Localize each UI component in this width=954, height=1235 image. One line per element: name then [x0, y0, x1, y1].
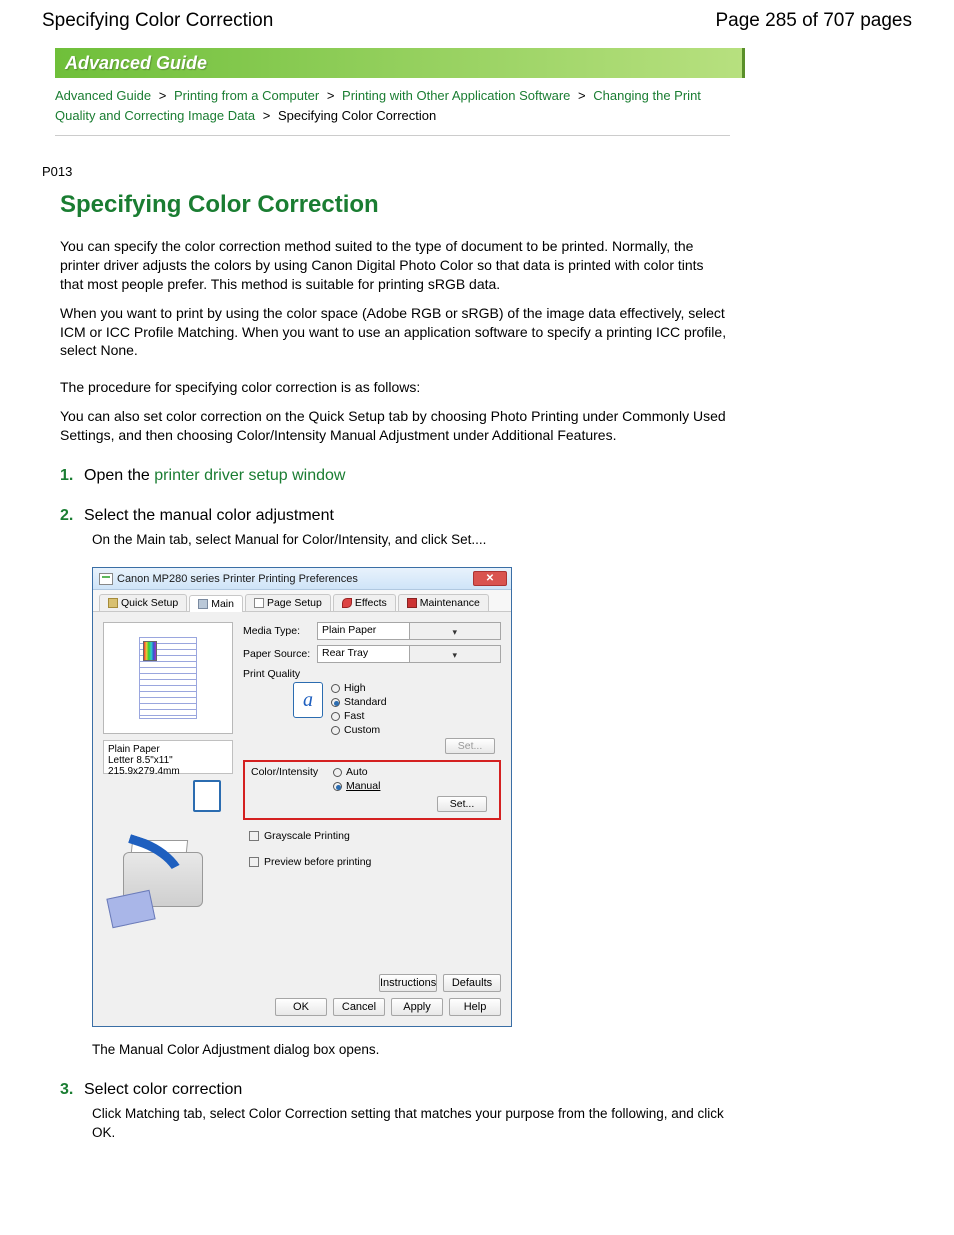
quality-fast-radio[interactable]: Fast: [331, 710, 387, 722]
cancel-button[interactable]: Cancel: [333, 998, 385, 1016]
step-2-body: On the Main tab, select Manual for Color…: [92, 531, 730, 549]
breadcrumb: Advanced Guide > Printing from a Compute…: [55, 86, 730, 136]
paper-source-value: Rear Tray: [318, 646, 409, 662]
media-type-combo[interactable]: Plain Paper ▾: [317, 622, 501, 640]
paper-source-combo[interactable]: Rear Tray ▾: [317, 645, 501, 663]
paper-type: Plain Paper: [108, 744, 228, 755]
page-icon: [254, 598, 264, 608]
intro-para-2: When you want to print by using the colo…: [60, 304, 730, 361]
tab-maintenance[interactable]: Maintenance: [398, 594, 489, 611]
paper-source-label: Paper Source:: [243, 648, 317, 660]
crumb-sep: >: [263, 108, 271, 123]
close-button[interactable]: ✕: [473, 571, 507, 586]
step-1-text: Open the: [84, 467, 154, 484]
step-1-number: 1.: [60, 467, 84, 485]
tab-page-setup[interactable]: Page Setup: [245, 594, 331, 611]
paper-info-box: Plain Paper Letter 8.5"x11" 215.9x279.4m…: [103, 740, 233, 774]
paper-size: Letter 8.5"x11" 215.9x279.4mm: [108, 755, 228, 777]
media-type-label: Media Type:: [243, 625, 317, 637]
printing-preferences-dialog: Canon MP280 series Printer Printing Pref…: [92, 567, 512, 1027]
printer-icon: [198, 599, 208, 609]
step-2-closing: The Manual Color Adjustment dialog box o…: [92, 1041, 730, 1059]
help-button[interactable]: Help: [449, 998, 501, 1016]
doc-icon: [108, 598, 118, 608]
quality-standard-radio[interactable]: Standard: [331, 696, 387, 708]
advanced-guide-banner: Advanced Guide: [55, 48, 745, 78]
crumb-sep: >: [327, 88, 335, 103]
crumb-other-app[interactable]: Printing with Other Application Software: [342, 88, 570, 103]
page-counter: Page 285 of 707 pages: [715, 10, 912, 32]
dialog-title: Canon MP280 series Printer Printing Pref…: [117, 573, 473, 585]
color-intensity-group: Color/Intensity Auto Manual Set...: [243, 760, 501, 820]
quality-high-radio[interactable]: High: [331, 682, 387, 694]
crumb-sep: >: [159, 88, 167, 103]
grayscale-checkbox[interactable]: Grayscale Printing: [243, 830, 501, 842]
chevron-down-icon: ▾: [409, 623, 501, 639]
wrench-icon: [407, 598, 417, 608]
crumb-advanced-guide[interactable]: Advanced Guide: [55, 88, 151, 103]
printer-driver-link[interactable]: printer driver setup window: [154, 467, 345, 484]
brush-icon: [342, 598, 352, 608]
dialog-titlebar: Canon MP280 series Printer Printing Pref…: [93, 568, 511, 590]
orientation-icon: [193, 780, 221, 812]
quality-custom-radio[interactable]: Custom: [331, 724, 387, 736]
page-title: Specifying Color Correction: [60, 191, 730, 219]
printer-icon: [99, 573, 113, 585]
step-3-body: Click Matching tab, select Color Correct…: [92, 1105, 730, 1141]
crumb-sep: >: [578, 88, 586, 103]
step-2-number: 2.: [60, 507, 84, 525]
page-code: P013: [42, 164, 954, 179]
tab-quick-setup[interactable]: Quick Setup: [99, 594, 187, 611]
chevron-down-icon: ▾: [409, 646, 501, 662]
printer-illustration: [103, 822, 223, 922]
step-3-number: 3.: [60, 1081, 84, 1099]
step-3-title: Select color correction: [84, 1081, 242, 1099]
page-preview: [103, 622, 233, 734]
ok-button[interactable]: OK: [275, 998, 327, 1016]
preview-checkbox[interactable]: Preview before printing: [243, 856, 501, 868]
quality-set-button[interactable]: Set...: [445, 738, 495, 754]
crumb-printing-computer[interactable]: Printing from a Computer: [174, 88, 319, 103]
print-quality-label: Print Quality: [243, 668, 501, 680]
doc-section-title: Specifying Color Correction: [42, 10, 273, 32]
instructions-button[interactable]: Instructions: [379, 974, 437, 992]
apply-button[interactable]: Apply: [391, 998, 443, 1016]
tab-main[interactable]: Main: [189, 595, 243, 612]
ci-auto-radio[interactable]: Auto: [333, 766, 380, 778]
dialog-tabs: Quick Setup Main Page Setup Effects Main…: [93, 590, 511, 612]
intro-para-3: The procedure for specifying color corre…: [60, 378, 730, 397]
ci-set-button[interactable]: Set...: [437, 796, 487, 812]
step-2-title: Select the manual color adjustment: [84, 507, 334, 525]
intro-para-1: You can specify the color correction met…: [60, 237, 730, 294]
intro-para-4: You can also set color correction on the…: [60, 407, 730, 445]
quality-icon: a: [293, 682, 323, 718]
color-intensity-label: Color/Intensity: [251, 766, 325, 792]
tab-effects[interactable]: Effects: [333, 594, 396, 611]
media-type-value: Plain Paper: [318, 623, 409, 639]
defaults-button[interactable]: Defaults: [443, 974, 501, 992]
crumb-current: Specifying Color Correction: [278, 108, 436, 123]
ci-manual-radio[interactable]: Manual: [333, 780, 380, 792]
